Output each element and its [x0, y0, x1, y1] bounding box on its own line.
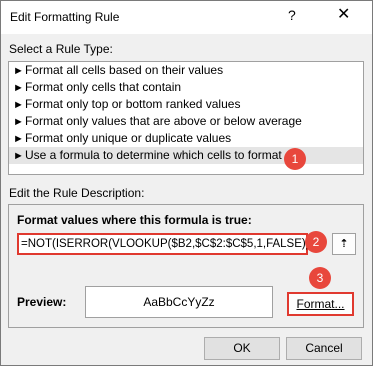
formula-input[interactable]: =NOT(ISERROR(VLOOKUP($B2,$C$2:$C$5,1,FAL…	[17, 233, 313, 255]
cancel-button[interactable]: Cancel	[286, 337, 362, 360]
arrow-right-icon: ►	[13, 133, 24, 145]
preview-label: Preview:	[17, 295, 67, 309]
rule-type-item[interactable]: ►Format all cells based on their values	[9, 62, 363, 79]
step-badge-3: 3	[309, 267, 331, 289]
arrow-right-icon: ►	[13, 150, 24, 162]
close-button[interactable]: ✕	[337, 4, 350, 24]
step-badge-1: 1	[284, 148, 306, 170]
arrow-right-icon: ►	[13, 99, 24, 111]
dialog-title: Edit Formatting Rule	[10, 10, 120, 24]
rule-type-item[interactable]: ►Format only unique or duplicate values	[9, 130, 363, 147]
rule-type-item-selected[interactable]: ►Use a formula to determine which cells …	[9, 147, 363, 164]
formula-label: Format values where this formula is true…	[17, 213, 252, 227]
collapse-dialog-button[interactable]: ⇡	[332, 233, 356, 255]
help-button[interactable]: ?	[288, 7, 296, 23]
rule-description-label: Edit the Rule Description:	[9, 186, 145, 200]
rule-type-list[interactable]: ►Format all cells based on their values …	[8, 61, 364, 175]
title-bar: Edit Formatting Rule ? ✕	[1, 1, 372, 34]
rule-type-item[interactable]: ►Format only top or bottom ranked values	[9, 96, 363, 113]
format-button[interactable]: Format...	[287, 292, 354, 316]
rule-type-item[interactable]: ►Format only cells that contain	[9, 79, 363, 96]
step-badge-2: 2	[305, 231, 327, 253]
rule-type-item[interactable]: ►Format only values that are above or be…	[9, 113, 363, 130]
edit-formatting-rule-dialog: Edit Formatting Rule ? ✕ Select a Rule T…	[0, 0, 373, 366]
arrow-right-icon: ►	[13, 82, 24, 94]
ok-button[interactable]: OK	[204, 337, 280, 360]
arrow-right-icon: ►	[13, 116, 24, 128]
rule-description-group: Format values where this formula is true…	[8, 204, 364, 328]
preview-box: AaBbCcYyZz	[85, 286, 273, 318]
rule-type-label: Select a Rule Type:	[9, 42, 113, 56]
arrow-right-icon: ►	[13, 65, 24, 77]
